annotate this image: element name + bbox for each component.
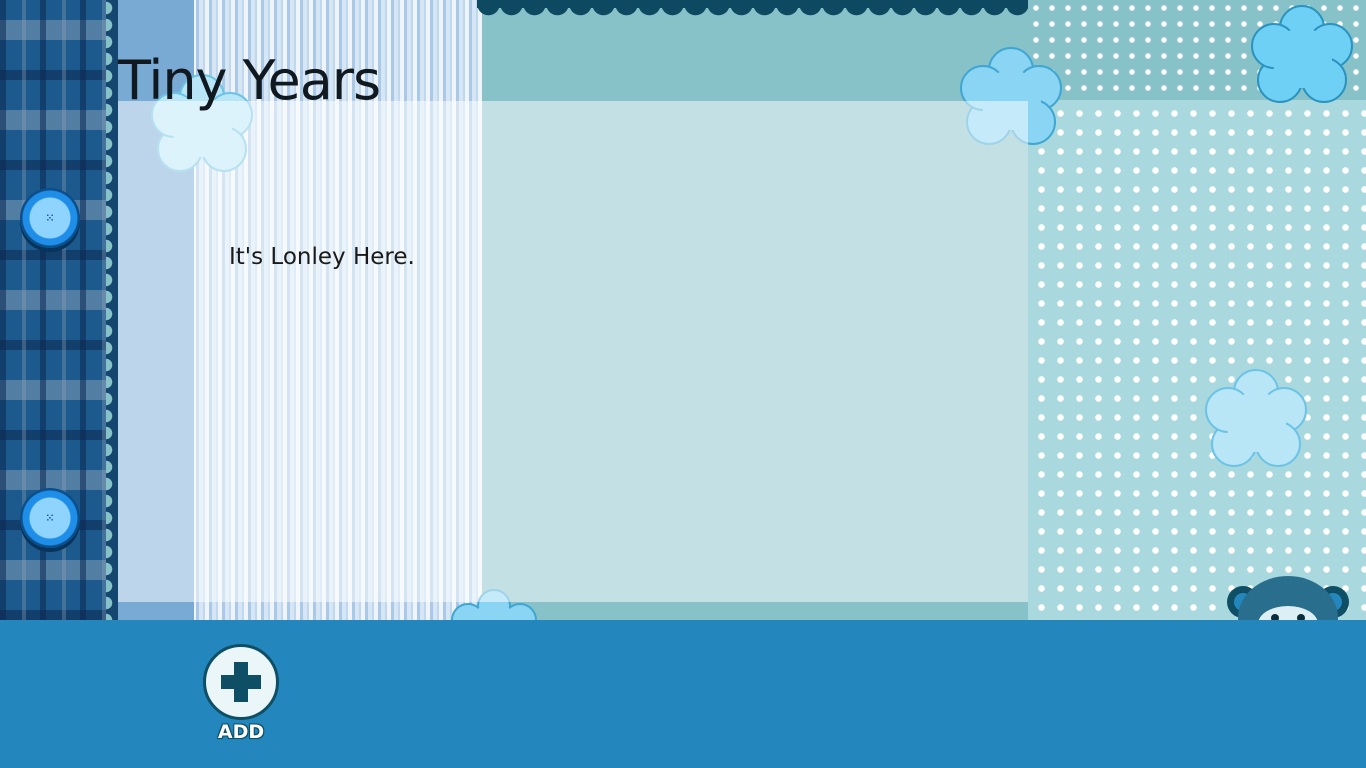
plus-icon bbox=[221, 662, 261, 702]
polka-dot-panel bbox=[1028, 100, 1366, 620]
page-title: Tiny Years bbox=[118, 49, 381, 112]
sewing-button-icon: ⁙ bbox=[20, 488, 80, 548]
add-button-label: ADD bbox=[217, 721, 265, 743]
flower-decoration-icon bbox=[1251, 5, 1353, 103]
stamp-edge-border bbox=[106, 0, 118, 620]
add-button-circle[interactable] bbox=[203, 644, 279, 720]
flower-decoration-icon bbox=[1205, 369, 1307, 467]
scalloped-ribbon bbox=[477, 0, 1032, 18]
empty-state-message: It's Lonley Here. bbox=[229, 244, 415, 270]
add-button[interactable]: ADD bbox=[200, 644, 282, 748]
sewing-button-icon: ⁙ bbox=[20, 188, 80, 248]
content-area bbox=[118, 101, 1028, 602]
